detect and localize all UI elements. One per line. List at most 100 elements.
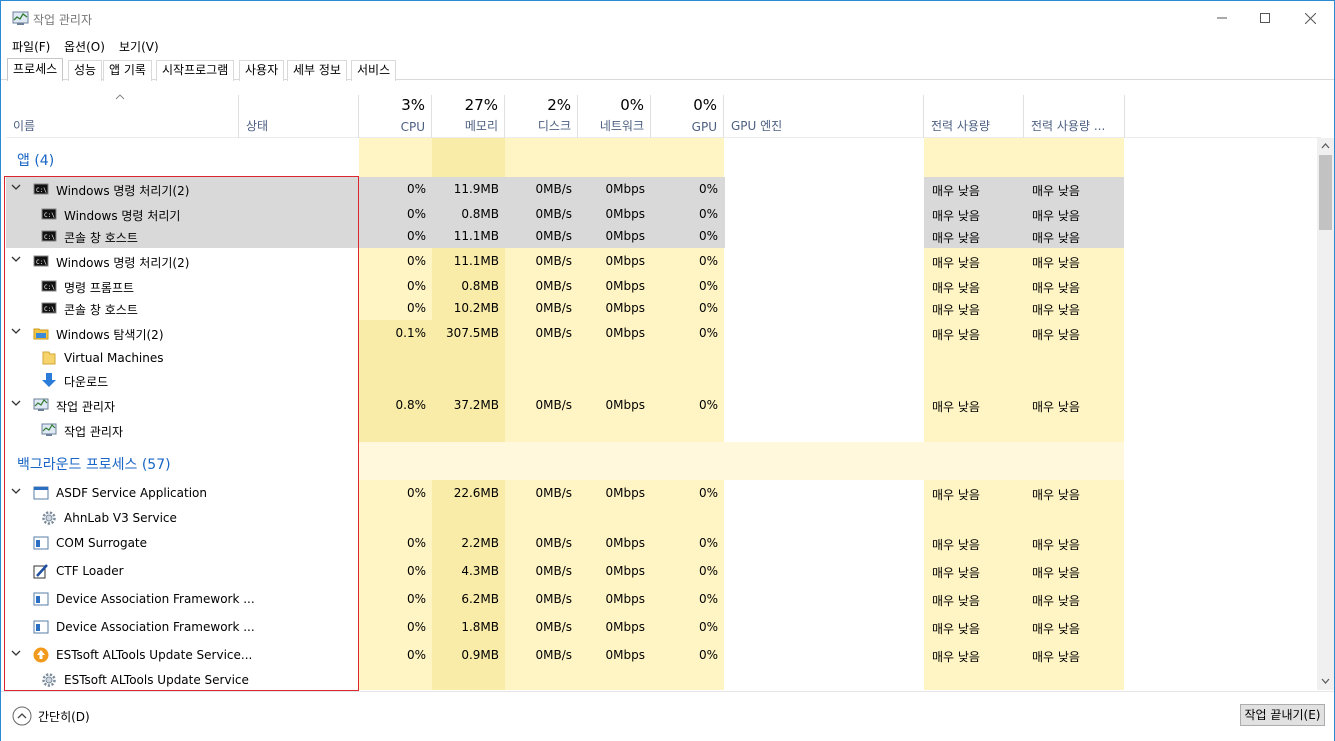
memory-total: 27% <box>464 96 498 114</box>
cpu-value: 0% <box>406 536 426 550</box>
network-value: 0Mbps <box>605 398 645 412</box>
power-value: 매우 낮음 <box>932 400 980 414</box>
column-disk[interactable]: 2% 디스크 <box>505 95 578 138</box>
cpu-value: 0% <box>406 592 426 606</box>
column-gpu[interactable]: 0% GPU <box>651 95 724 138</box>
end-task-button[interactable]: 작업 끝내기(E) <box>1240 704 1325 726</box>
tab-startup[interactable]: 시작프로그램 <box>156 60 235 81</box>
memory-value: 307.5MB <box>446 326 499 340</box>
disk-value: 0MB/s <box>535 279 572 293</box>
cpu-value: 0.8% <box>395 398 427 412</box>
power-trend-value: 매우 낮음 <box>1032 650 1080 664</box>
disk-value: 0MB/s <box>535 564 572 578</box>
disk-value: 0MB/s <box>535 592 572 606</box>
cpu-value: 0.1% <box>395 326 427 340</box>
disk-value: 0MB/s <box>535 620 572 634</box>
column-gpu-engine-label: GPU 엔진 <box>731 119 783 133</box>
column-network-label: 네트워크 <box>599 119 644 133</box>
column-gpu-label: GPU <box>691 120 717 134</box>
tab-services[interactable]: 서비스 <box>351 60 397 81</box>
maximize-button[interactable] <box>1242 1 1288 35</box>
column-network[interactable]: 0% 네트워크 <box>578 95 651 138</box>
column-status-label: 상태 <box>246 119 269 133</box>
tab-performance[interactable]: 성능 <box>68 60 103 81</box>
column-status[interactable]: 상태 <box>239 95 359 138</box>
column-power-trend-label: 전력 사용량 ... <box>1031 119 1106 133</box>
network-value: 0Mbps <box>605 229 645 243</box>
footer: 간단히(D) 작업 끝내기(E) <box>1 691 1334 741</box>
minimize-icon <box>1217 17 1227 19</box>
power-trend-value: 매우 낮음 <box>1032 622 1080 636</box>
scroll-down-icon[interactable] <box>1321 678 1330 685</box>
column-power[interactable]: 전력 사용량 <box>924 95 1024 138</box>
power-value: 매우 낮음 <box>932 622 980 636</box>
vertical-scrollbar[interactable] <box>1317 138 1334 690</box>
minimize-button[interactable] <box>1199 1 1245 35</box>
power-trend-value: 매우 낮음 <box>1032 184 1080 198</box>
column-power-trend[interactable]: 전력 사용량 ... <box>1024 95 1125 138</box>
cpu-value: 0% <box>406 486 426 500</box>
power-value: 매우 낮음 <box>932 650 980 664</box>
scroll-up-icon[interactable] <box>1321 142 1330 149</box>
tab-app-history[interactable]: 앱 기록 <box>103 60 152 81</box>
power-value: 매우 낮음 <box>932 488 980 502</box>
gpu-value: 0% <box>698 620 718 634</box>
power-trend-value: 매우 낮음 <box>1032 488 1080 502</box>
power-value: 매우 낮음 <box>932 281 980 295</box>
task-manager-icon <box>12 11 29 25</box>
cpu-value: 0% <box>406 620 426 634</box>
cpu-value: 0% <box>406 648 426 662</box>
network-value: 0Mbps <box>605 620 645 634</box>
tab-processes[interactable]: 프로세스 <box>7 58 64 81</box>
network-value: 0Mbps <box>605 536 645 550</box>
highlight-box <box>4 176 359 691</box>
column-cpu[interactable]: 3% CPU <box>359 95 432 138</box>
memory-value: 11.9MB <box>453 182 499 196</box>
tab-users[interactable]: 사용자 <box>239 60 285 81</box>
network-value: 0Mbps <box>605 648 645 662</box>
scrollbar-thumb[interactable] <box>1319 155 1332 230</box>
column-power-label: 전력 사용량 <box>931 119 991 133</box>
column-cpu-label: CPU <box>400 120 425 134</box>
collapse-link[interactable]: 간단히(D) <box>38 708 90 725</box>
power-trend-value: 매우 낮음 <box>1032 328 1080 342</box>
tab-details[interactable]: 세부 정보 <box>287 60 347 81</box>
power-trend-value: 매우 낮음 <box>1032 594 1080 608</box>
disk-total: 2% <box>547 96 571 114</box>
collapse-chevron-icon[interactable] <box>12 706 32 726</box>
menu-view[interactable]: 보기(V) <box>119 38 159 55</box>
gpu-value: 0% <box>698 229 718 243</box>
close-button[interactable] <box>1287 1 1333 35</box>
gpu-value: 0% <box>698 301 718 315</box>
disk-value: 0MB/s <box>535 229 572 243</box>
power-value: 매우 낮음 <box>932 566 980 580</box>
memory-value: 22.6MB <box>453 486 499 500</box>
network-value: 0Mbps <box>605 182 645 196</box>
menu-file[interactable]: 파일(F) <box>12 38 50 55</box>
network-value: 0Mbps <box>605 207 645 221</box>
memory-value: 10.2MB <box>453 301 499 315</box>
task-manager-window: 작업 관리자 파일(F) 옵션(O) 보기(V) 프로세스 성능 앱 기록 시작… <box>0 0 1335 741</box>
menu-options[interactable]: 옵션(O) <box>64 38 105 55</box>
disk-value: 0MB/s <box>535 398 572 412</box>
power-trend-value: 매우 낮음 <box>1032 400 1080 414</box>
group-apps: 앱 (4) <box>17 153 55 169</box>
column-memory[interactable]: 27% 메모리 <box>432 95 505 138</box>
power-trend-value: 매우 낮음 <box>1032 566 1080 580</box>
power-trend-value: 매우 낮음 <box>1032 209 1080 223</box>
column-gpu-engine[interactable]: GPU 엔진 <box>724 95 924 138</box>
column-header: 이름 상태 3% CPU 27% 메모리 2% 디스크 0% 네트워크 0% G… <box>6 94 1321 138</box>
network-value: 0Mbps <box>605 564 645 578</box>
network-value: 0Mbps <box>605 301 645 315</box>
network-value: 0Mbps <box>605 279 645 293</box>
column-name[interactable]: 이름 <box>6 94 239 138</box>
power-value: 매우 낮음 <box>932 594 980 608</box>
disk-value: 0MB/s <box>535 326 572 340</box>
disk-value: 0MB/s <box>535 207 572 221</box>
network-total: 0% <box>620 96 644 114</box>
power-value: 매우 낮음 <box>932 184 980 198</box>
memory-value: 6.2MB <box>461 592 499 606</box>
power-value: 매우 낮음 <box>932 256 980 270</box>
memory-value: 0.9MB <box>461 648 499 662</box>
disk-value: 0MB/s <box>535 648 572 662</box>
